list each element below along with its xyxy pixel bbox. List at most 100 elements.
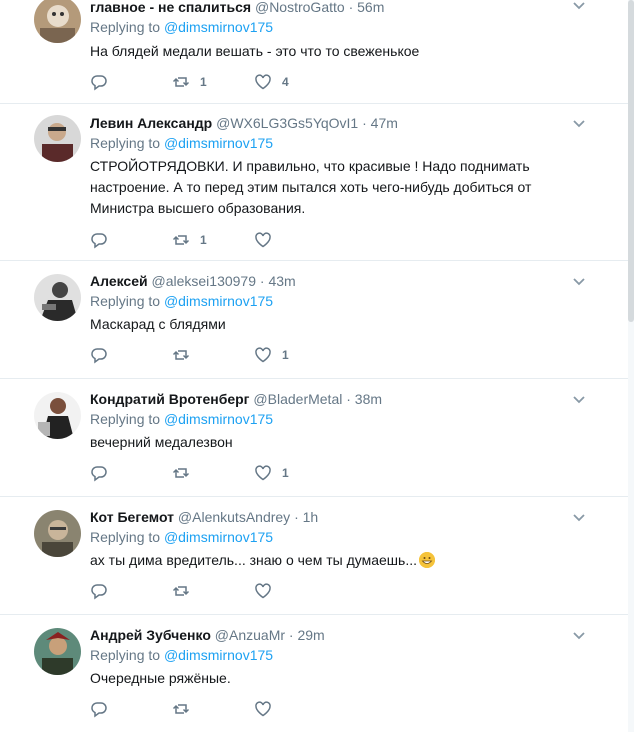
tweet[interactable]: Кот Бегемот @AlenkutsAndrey · 1h Replyin… [0, 497, 628, 615]
like-icon [255, 583, 271, 599]
grinning-emoji-icon [418, 552, 435, 568]
like-button[interactable]: 1 [254, 464, 336, 482]
retweet-count: 1 [200, 75, 207, 89]
tweet-header: Кондратий Вротенберг @BladerMetal · 38m [90, 390, 628, 408]
avatar[interactable] [34, 115, 81, 162]
reply-button[interactable] [90, 700, 172, 718]
avatar[interactable] [34, 274, 81, 321]
tweet[interactable]: главное - не спалиться @NostroGatto · 56… [0, 0, 628, 104]
retweet-icon [172, 235, 190, 245]
author-handle[interactable]: @NostroGatto [255, 0, 345, 15]
retweet-button[interactable] [172, 582, 254, 600]
retweet-icon [172, 77, 190, 87]
author-handle[interactable]: @BladerMetal [253, 391, 342, 407]
like-button[interactable] [254, 231, 336, 249]
mention-link[interactable]: @dimsmirnov175 [164, 411, 273, 427]
mention-link[interactable]: @dimsmirnov175 [164, 293, 273, 309]
like-button[interactable]: 4 [254, 73, 336, 91]
tweet-header: главное - не спалиться @NostroGatto · 56… [90, 0, 628, 16]
retweet-button[interactable]: 1 [172, 73, 254, 91]
timestamp[interactable]: 29m [297, 627, 324, 643]
tweet[interactable]: Кондратий Вротенберг @BladerMetal · 38m … [0, 379, 628, 497]
tweet[interactable]: Алексей @aleksei130979 · 43m Replying to… [0, 261, 628, 379]
avatar[interactable] [34, 0, 81, 43]
retweet-button[interactable]: 1 [172, 231, 254, 249]
caret-down-icon[interactable] [572, 0, 586, 12]
timestamp[interactable]: 47m [371, 115, 398, 131]
reply-feed: главное - не спалиться @NostroGatto · 56… [0, 0, 628, 730]
reply-icon [91, 233, 107, 249]
tweet-header: Левин Александр @WX6LG3Gs5YqOvI1 · 47m [90, 114, 628, 132]
retweet-button[interactable] [172, 464, 254, 482]
caret-down-icon[interactable] [572, 274, 586, 288]
author-handle[interactable]: @WX6LG3Gs5YqOvI1 [216, 115, 358, 131]
avatar[interactable] [34, 510, 81, 557]
reply-button[interactable] [90, 346, 172, 364]
tweet-actions: 1 [90, 463, 628, 483]
tweet-text: На блядей медали вешать - это что то све… [90, 43, 420, 59]
timestamp[interactable]: 43m [268, 273, 295, 289]
tweet-text: ах ты дима вредитель... знаю о чем ты ду… [90, 550, 628, 571]
replying-label: Replying to [90, 293, 164, 309]
separator-dot: · [362, 115, 367, 131]
timestamp[interactable]: 56m [357, 0, 384, 15]
replying-label: Replying to [90, 135, 164, 151]
tweet[interactable]: Левин Александр @WX6LG3Gs5YqOvI1 · 47m R… [0, 104, 628, 261]
avatar[interactable] [34, 628, 81, 675]
like-icon [255, 701, 271, 717]
separator-dot: · [348, 0, 354, 15]
reply-button[interactable] [90, 231, 172, 249]
author-name[interactable]: Кот Бегемот [90, 509, 174, 525]
retweet-button[interactable] [172, 700, 254, 718]
tweet-actions: 1 [90, 345, 628, 365]
author-name[interactable]: Андрей Зубченко [90, 627, 211, 643]
retweet-button[interactable] [172, 346, 254, 364]
retweet-icon [172, 704, 190, 714]
caret-down-icon[interactable] [572, 116, 586, 130]
tweet-actions: 1 4 [90, 72, 628, 92]
like-button[interactable] [254, 700, 336, 718]
mention-link[interactable]: @dimsmirnov175 [164, 135, 273, 151]
tweet-text: СТРОЙОТРЯДОВКИ. И правильно, что красивы… [90, 158, 532, 216]
author-name[interactable]: Кондратий Вротенберг [90, 391, 250, 407]
author-handle[interactable]: @AlenkutsAndrey [178, 509, 290, 525]
caret-down-icon[interactable] [572, 628, 586, 642]
replying-label: Replying to [90, 411, 164, 427]
mention-link[interactable]: @dimsmirnov175 [164, 647, 273, 663]
mention-link[interactable]: @dimsmirnov175 [164, 19, 273, 35]
author-handle[interactable]: @AnzuaMr [215, 627, 285, 643]
author-name[interactable]: Левин Александр [90, 115, 212, 131]
tweet-header: Андрей Зубченко @AnzuaMr · 29m [90, 626, 628, 644]
replying-label: Replying to [90, 647, 164, 663]
replying-to: Replying to @dimsmirnov175 [90, 18, 628, 36]
like-count: 1 [282, 348, 289, 362]
reply-button[interactable] [90, 73, 172, 91]
author-handle[interactable]: @aleksei130979 [152, 273, 257, 289]
author-name[interactable]: Алексей [90, 273, 148, 289]
separator-dot: · [259, 273, 265, 289]
reply-button[interactable] [90, 464, 172, 482]
caret-down-icon[interactable] [572, 392, 586, 406]
mention-link[interactable]: @dimsmirnov175 [164, 529, 273, 545]
reply-button[interactable] [90, 582, 172, 600]
tweet[interactable]: Андрей Зубченко @AnzuaMr · 29m Replying … [0, 615, 628, 730]
timestamp[interactable]: 38m [355, 391, 382, 407]
like-count: 1 [282, 466, 289, 480]
like-icon [255, 465, 271, 481]
timestamp[interactable]: 1h [303, 509, 319, 525]
reply-icon [91, 466, 107, 482]
scrollbar-thumb[interactable] [628, 0, 634, 322]
caret-down-icon[interactable] [572, 510, 586, 524]
reply-icon [91, 75, 107, 91]
tweet-header: Алексей @aleksei130979 · 43m [90, 272, 628, 290]
separator-dot: · [288, 627, 294, 643]
like-button[interactable]: 1 [254, 346, 336, 364]
replying-to: Replying to @dimsmirnov175 [90, 646, 628, 664]
tweet-actions: 1 [90, 230, 628, 250]
retweet-count: 1 [200, 233, 207, 247]
tweet-text-content: ах ты дима вредитель... знаю о чем ты ду… [90, 552, 417, 568]
like-button[interactable] [254, 582, 336, 600]
avatar[interactable] [34, 392, 81, 439]
author-name[interactable]: главное - не спалиться [90, 0, 251, 15]
separator-dot: · [294, 509, 299, 525]
